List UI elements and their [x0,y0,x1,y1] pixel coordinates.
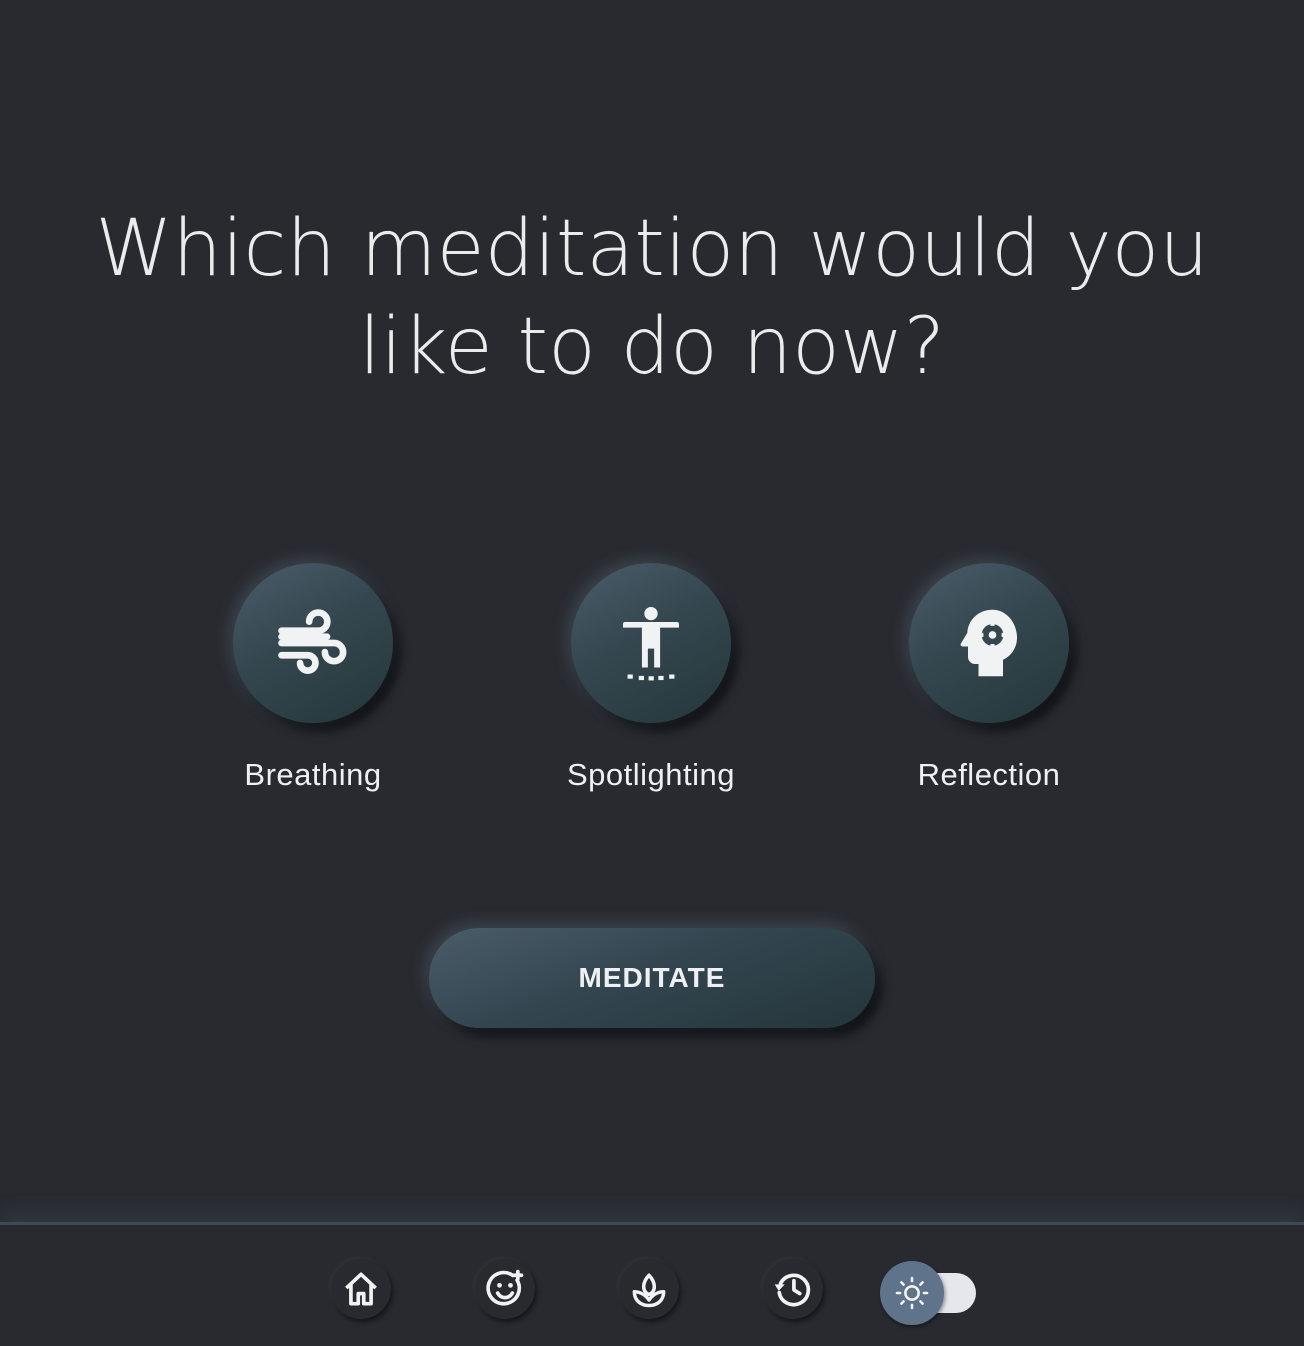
option-breathing[interactable]: Breathing [183,563,443,803]
nav-mood-button[interactable] [475,1259,535,1319]
page-title: Which meditation would you like to do no… [0,200,1304,396]
option-spotlighting[interactable]: Spotlighting [521,563,781,803]
theme-toggle-thumb[interactable] [880,1261,944,1325]
page-title-line-1: Which meditation would you [95,204,1209,294]
reflection-button[interactable] [909,563,1069,723]
sun-icon [895,1276,929,1310]
option-reflection[interactable]: Reflection [859,563,1119,803]
nav-history-button[interactable] [763,1259,823,1319]
nav-lotus-button[interactable] [619,1259,679,1319]
lotus-icon [632,1273,666,1308]
nav-home-button[interactable] [331,1259,391,1319]
breathing-button[interactable] [233,563,393,723]
option-label-breathing: Breathing [244,757,382,792]
meditation-options: Breathing Spotlighting Reflection [0,563,1304,803]
page-title-line-2: like to do now? [359,302,945,392]
spotlighting-button[interactable] [571,563,731,723]
theme-toggle[interactable] [880,1261,978,1325]
body-scan-icon [623,606,679,681]
option-label-reflection: Reflection [917,757,1061,792]
mood-icon [486,1269,524,1306]
meditate-button-label: MEDITATE [578,962,726,993]
bottom-navigation [0,1222,1304,1346]
head-gear-icon [960,609,1017,677]
history-icon [774,1273,811,1307]
home-icon [345,1272,377,1306]
meditate-button[interactable]: MEDITATE [429,928,875,1028]
option-label-spotlighting: Spotlighting [566,757,735,792]
wind-icon [278,609,347,674]
meditation-screen: Which meditation would you like to do no… [0,0,1304,1346]
